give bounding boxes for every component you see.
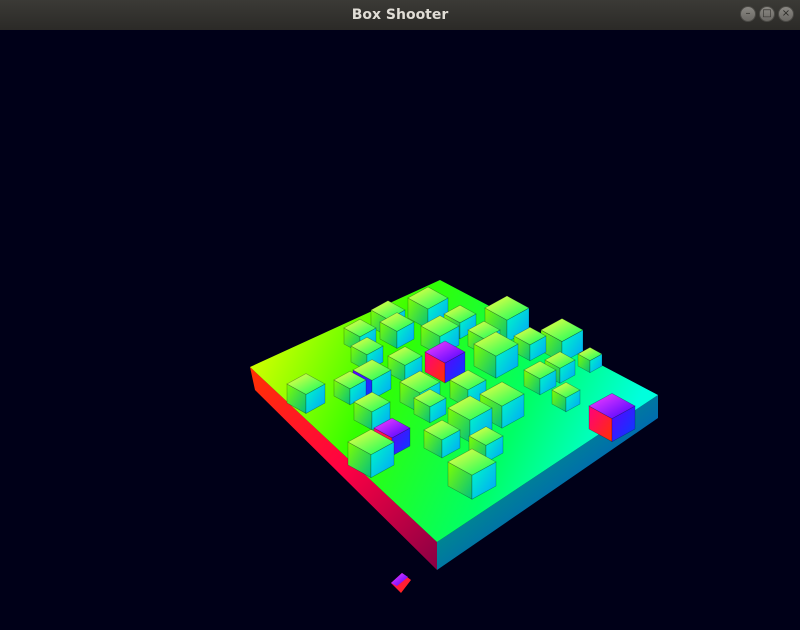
window-controls: – □ ×	[740, 6, 794, 22]
scene-canvas	[250, 280, 658, 593]
title-bar[interactable]: Box Shooter – □ ×	[0, 0, 800, 31]
maximize-button[interactable]: □	[759, 6, 775, 22]
falling-cube	[391, 573, 411, 593]
close-button[interactable]: ×	[778, 6, 794, 22]
game-viewport[interactable]	[0, 30, 800, 630]
window-title: Box Shooter	[351, 7, 449, 23]
minimize-button[interactable]: –	[740, 6, 756, 22]
app-window: Box Shooter – □ ×	[0, 0, 800, 630]
